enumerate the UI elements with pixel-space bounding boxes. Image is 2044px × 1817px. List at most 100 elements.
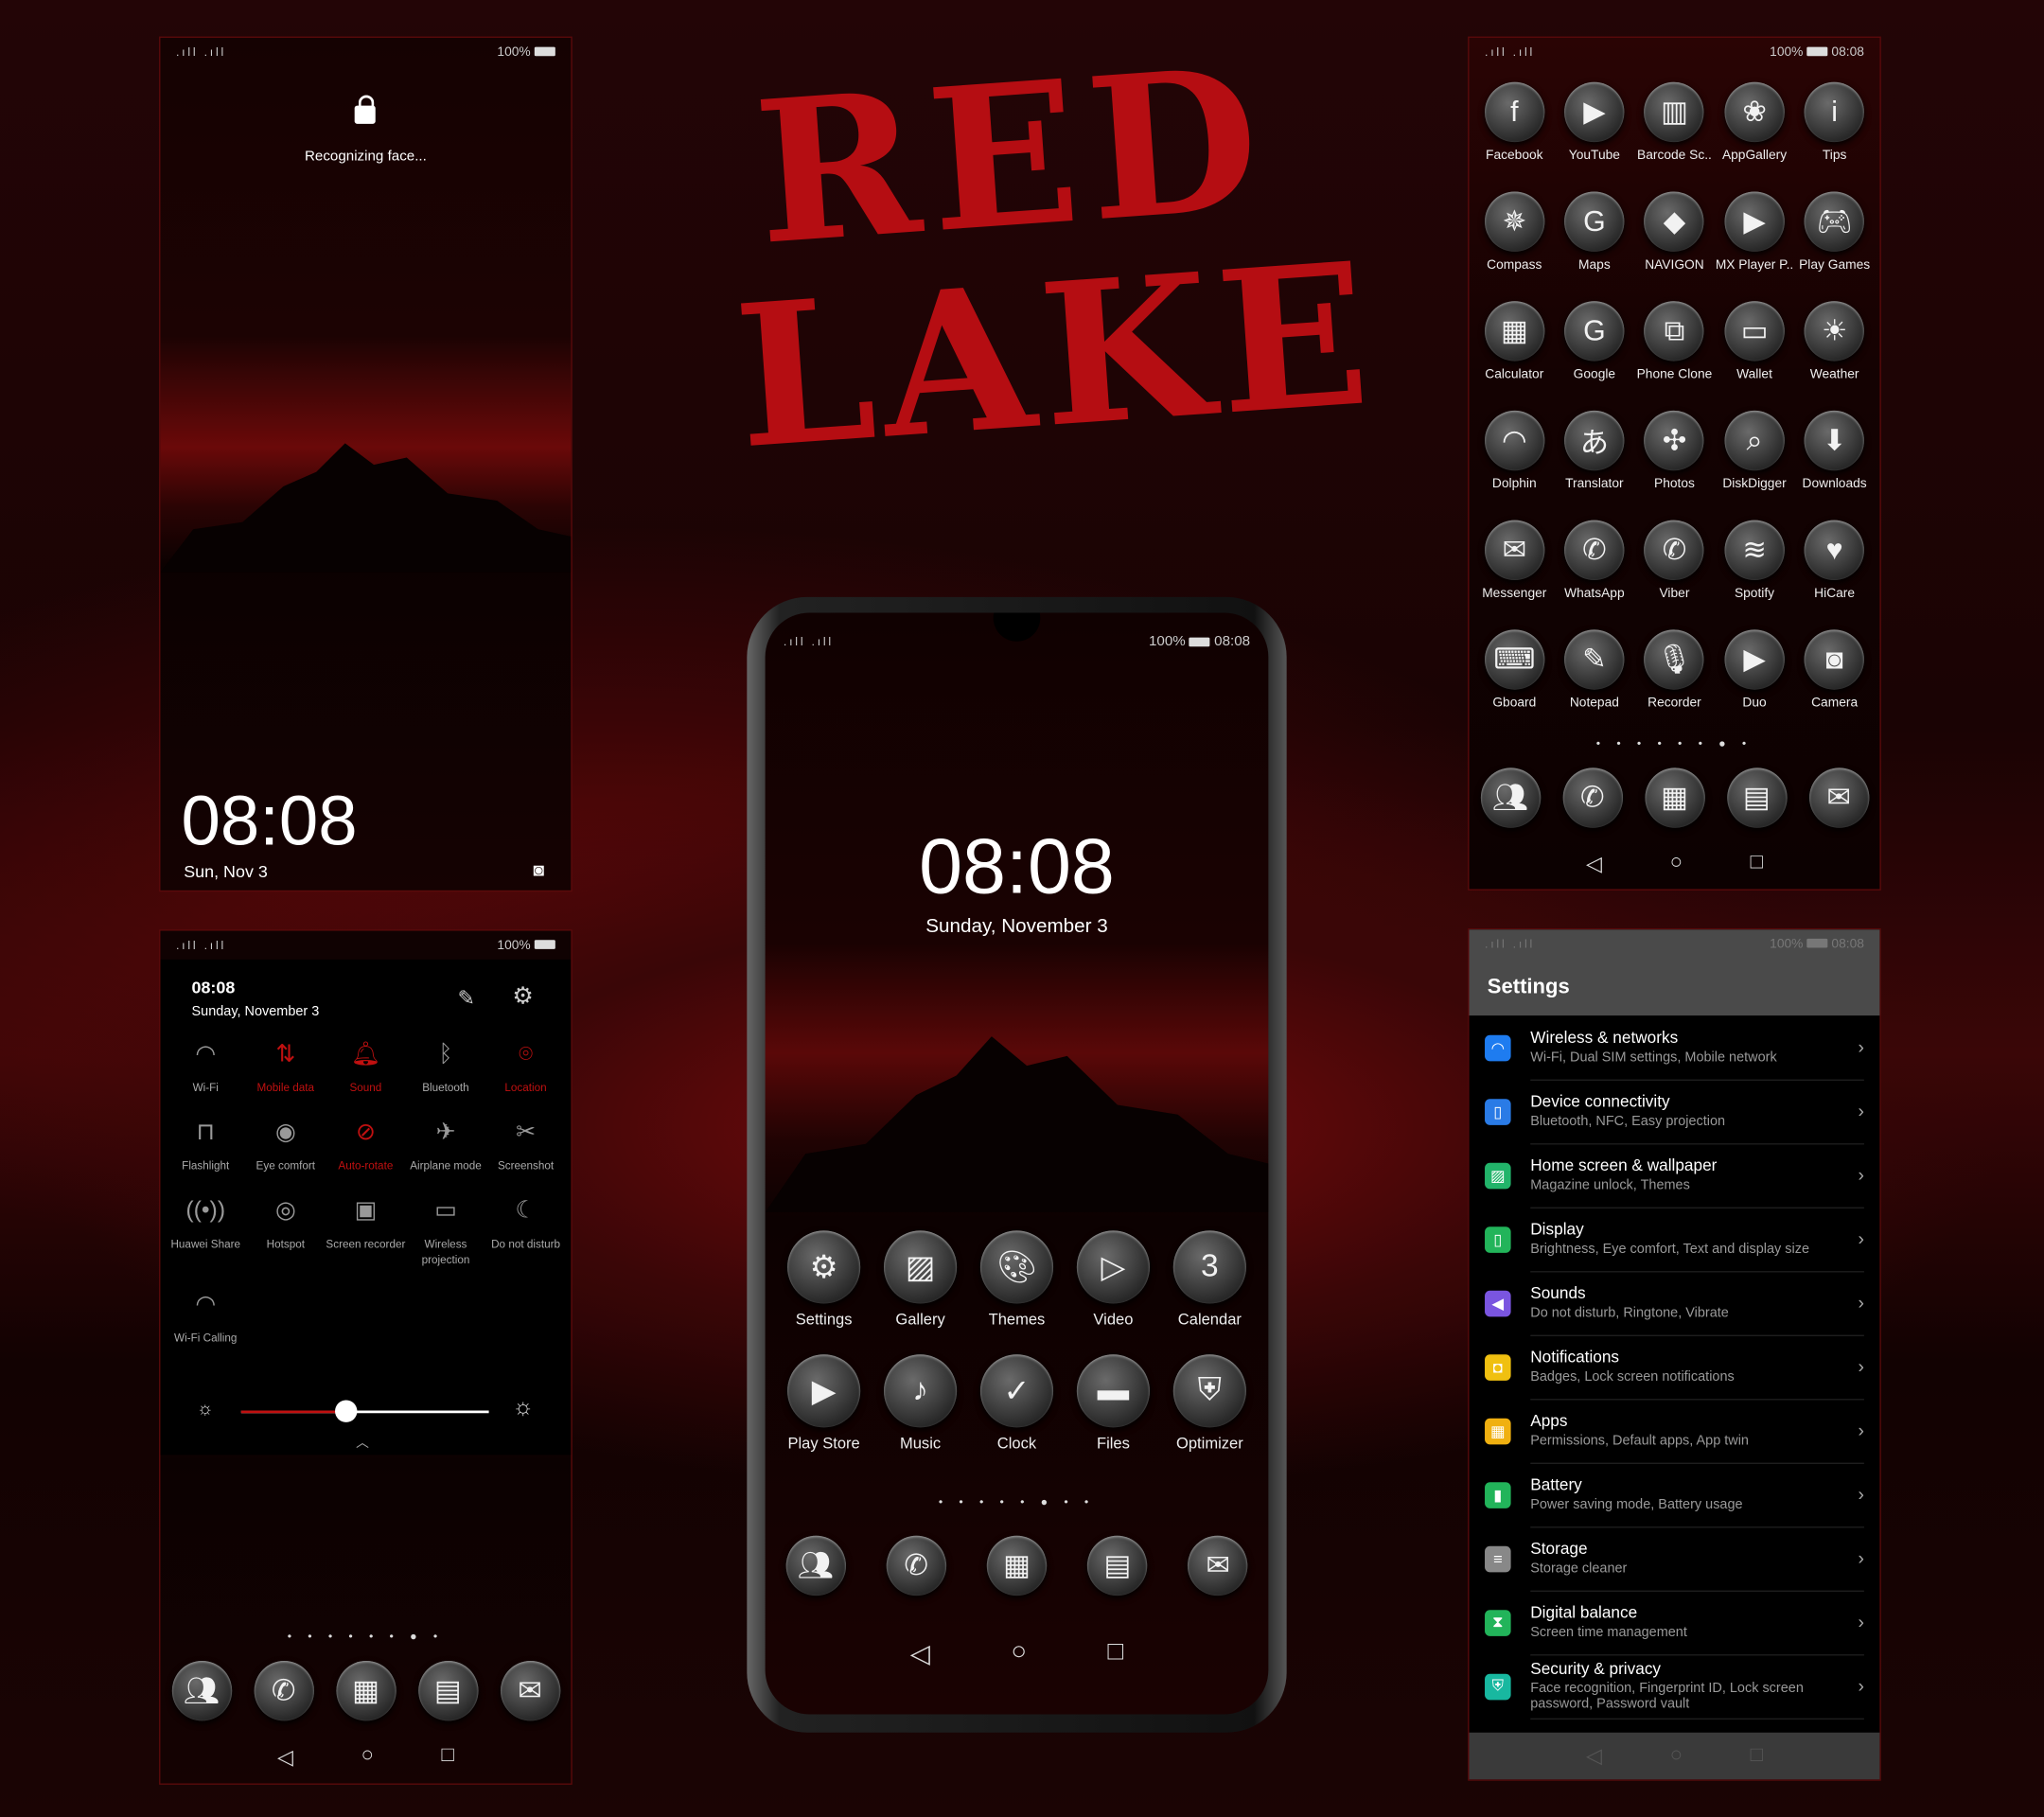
messages-icon[interactable]: ▤ (1087, 1535, 1148, 1596)
phone-icon[interactable]: ✆ (253, 1660, 314, 1721)
recents-button[interactable]: □ (1751, 1744, 1763, 1768)
apps-icon[interactable]: ▦ (335, 1660, 396, 1721)
quick-tile-hotspot[interactable]: ◎ Hotspot (246, 1197, 326, 1267)
app-whatsapp[interactable]: ✆ WhatsApp (1555, 520, 1635, 601)
back-button[interactable]: ◁ (910, 1637, 930, 1669)
app-photos[interactable]: ✣ Photos (1634, 410, 1715, 491)
home-button[interactable]: ○ (1011, 1637, 1027, 1669)
quick-tile-sound[interactable]: 🔔︎ Sound (326, 1040, 406, 1095)
app-notepad[interactable]: ✎ Notepad (1555, 629, 1635, 711)
recents-button[interactable]: □ (1751, 852, 1763, 878)
settings-item-home-screen-wallpaper[interactable]: ▨ Home screen & wallpaper Magazine unlock,… (1469, 1143, 1879, 1208)
quick-tile-do-not-disturb[interactable]: ☾ Do not disturb (485, 1197, 566, 1267)
settings-item-wireless-networks[interactable]: ◠ Wireless & networks Wi-Fi, Dual SIM sett… (1469, 1015, 1879, 1081)
app-gallery[interactable]: ▨ Gallery (872, 1230, 969, 1329)
app-clock[interactable]: ✓ Clock (969, 1354, 1066, 1453)
settings-item-display[interactable]: ▯ Display Brightness, Eye comfort, Text an… (1469, 1208, 1879, 1272)
app-navigon[interactable]: ◆ NAVIGON (1634, 191, 1715, 273)
home-button[interactable]: ○ (361, 1744, 374, 1771)
app-barcode-sc-[interactable]: ▥ Barcode Sc.. (1634, 81, 1715, 163)
app-google[interactable]: G Google (1555, 301, 1635, 382)
app-facebook[interactable]: f Facebook (1474, 81, 1555, 163)
app-messenger[interactable]: ✉ Messenger (1474, 520, 1555, 601)
edit-icon[interactable]: ✎ (458, 985, 475, 1012)
app-files[interactable]: ▬ Files (1065, 1354, 1161, 1453)
home-button[interactable]: ○ (1670, 852, 1683, 878)
settings-item-battery[interactable]: ▮ Battery Power saving mode, Battery usage… (1469, 1463, 1879, 1527)
quick-tile-airplane-mode[interactable]: ✈ Airplane mode (406, 1119, 486, 1173)
contacts-icon[interactable]: 👥︎ (1480, 767, 1541, 828)
quick-tile-wireless-projection[interactable]: ▭ Wireless projection (406, 1197, 486, 1267)
quick-tile-bluetooth[interactable]: ᛒ Bluetooth (406, 1040, 486, 1095)
app-downloads[interactable]: ⬇ Downloads (1794, 410, 1875, 491)
quick-tile-auto-rotate[interactable]: ⊘ Auto-rotate (326, 1119, 406, 1173)
quick-tile-location[interactable]: ⌾ Location (485, 1040, 566, 1095)
contacts-icon[interactable]: 👥︎ (785, 1535, 846, 1596)
contacts-icon[interactable]: 👥︎ (171, 1660, 232, 1721)
collapse-chevron-icon[interactable]: ︿ (356, 1432, 369, 1451)
app-wallet[interactable]: ▭ Wallet (1715, 301, 1795, 382)
app-weather[interactable]: ☀ Weather (1794, 301, 1875, 382)
settings-item-device-connectivity[interactable]: ▯ Device connectivity Bluetooth, NFC, Easy… (1469, 1080, 1879, 1144)
app-diskdigger[interactable]: ⌕ DiskDigger (1715, 410, 1795, 491)
apps-icon[interactable]: ▦ (1644, 767, 1705, 828)
email-icon[interactable]: ✉ (1808, 767, 1869, 828)
app-camera[interactable]: ◙ Camera (1794, 629, 1875, 711)
email-icon[interactable]: ✉ (1188, 1535, 1248, 1596)
quick-tile-mobile-data[interactable]: ⇅ Mobile data (246, 1040, 326, 1095)
home-button[interactable]: ○ (1670, 1744, 1683, 1768)
recents-button[interactable]: □ (1107, 1637, 1123, 1669)
app-appgallery[interactable]: ❀ AppGallery (1715, 81, 1795, 163)
app-recorder[interactable]: 🎙︎ Recorder (1634, 629, 1715, 711)
email-icon[interactable]: ✉ (500, 1660, 560, 1721)
app-optimizer[interactable]: ⛨ Optimizer (1161, 1354, 1258, 1453)
phone-icon[interactable]: ✆ (886, 1535, 946, 1596)
app-compass[interactable]: ✵ Compass (1474, 191, 1555, 273)
messages-icon[interactable]: ▤ (1726, 767, 1787, 828)
app-music[interactable]: ♪ Music (872, 1354, 969, 1453)
app-hicare[interactable]: ♥ HiCare (1794, 520, 1875, 601)
settings-item-security-privacy[interactable]: ⛨ Security & privacy Face recognition, Fin… (1469, 1654, 1879, 1720)
app-gboard[interactable]: ⌨ Gboard (1474, 629, 1555, 711)
settings-item-digital-balance[interactable]: ⧗ Digital balance Screen time management › (1469, 1591, 1879, 1655)
app-spotify[interactable]: ≋ Spotify (1715, 520, 1795, 601)
app-viber[interactable]: ✆ Viber (1634, 520, 1715, 601)
app-mx-player-p-[interactable]: ▶ MX Player P.. (1715, 191, 1795, 273)
settings-item-notifications[interactable]: ◘ Notifications Badges, Lock screen notifi… (1469, 1335, 1879, 1400)
settings-item-storage[interactable]: ≡ Storage Storage cleaner › (1469, 1526, 1879, 1592)
app-translator[interactable]: あ Translator (1555, 410, 1635, 491)
phone-icon[interactable]: ✆ (1561, 767, 1623, 828)
app-themes[interactable]: 🎨︎ Themes (969, 1230, 1066, 1329)
settings-item-apps[interactable]: ▦ Apps Permissions, Default apps, App twin… (1469, 1399, 1879, 1464)
app-dolphin[interactable]: ◠ Dolphin (1474, 410, 1555, 491)
quick-tile-wi-fi[interactable]: ◠ Wi-Fi (166, 1040, 246, 1095)
quick-tile-flashlight[interactable]: ⊓ Flashlight (166, 1119, 246, 1173)
gear-icon[interactable]: ⚙ (512, 983, 533, 1011)
brightness-thumb[interactable] (334, 1400, 358, 1422)
back-button[interactable]: ◁ (1586, 1743, 1602, 1770)
app-play-games[interactable]: 🎮︎ Play Games (1794, 191, 1875, 273)
app-calendar[interactable]: 3 Calendar (1161, 1230, 1258, 1329)
recents-button[interactable]: □ (442, 1744, 454, 1771)
app-tips[interactable]: i Tips (1794, 81, 1875, 163)
brightness-slider[interactable] (240, 1400, 489, 1422)
quick-tile-huawei-share[interactable]: ((•)) Huawei Share (166, 1197, 246, 1267)
messages-icon[interactable]: ▤ (417, 1660, 478, 1721)
quick-tile-screenshot[interactable]: ✂ Screenshot (485, 1119, 566, 1173)
back-button[interactable]: ◁ (1586, 852, 1602, 878)
app-play-store[interactable]: ▶ Play Store (776, 1354, 872, 1453)
app-duo[interactable]: ▶ Duo (1715, 629, 1795, 711)
quick-tile-wi-fi-calling[interactable]: ◠ Wi-Fi Calling (166, 1291, 246, 1346)
app-settings[interactable]: ⚙ Settings (776, 1230, 872, 1329)
back-button[interactable]: ◁ (277, 1744, 293, 1771)
app-maps[interactable]: G Maps (1555, 191, 1635, 273)
camera-icon[interactable]: ◙ (533, 859, 544, 880)
app-calculator[interactable]: ▦ Calculator (1474, 301, 1555, 382)
app-phone-clone[interactable]: ⧉ Phone Clone (1634, 301, 1715, 382)
quick-tile-eye-comfort[interactable]: ◉ Eye comfort (246, 1119, 326, 1173)
app-youtube[interactable]: ▶ YouTube (1555, 81, 1635, 163)
settings-item-sounds[interactable]: ◀ Sounds Do not disturb, Ringtone, Vibrate… (1469, 1271, 1879, 1336)
quick-tile-screen-recorder[interactable]: ▣ Screen recorder (326, 1197, 406, 1267)
app-video[interactable]: ▷ Video (1065, 1230, 1161, 1329)
apps-icon[interactable]: ▦ (986, 1535, 1048, 1596)
